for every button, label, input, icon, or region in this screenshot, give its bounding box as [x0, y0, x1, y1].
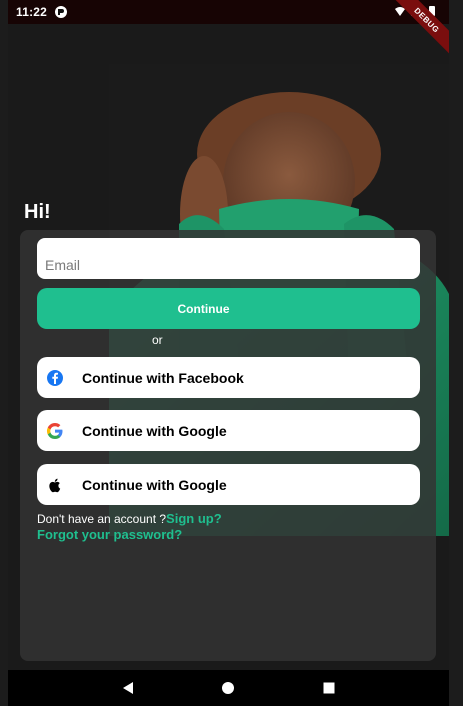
continue-with-google-button[interactable]: Continue with Google: [37, 410, 420, 451]
signup-prompt: Don't have an account ?: [37, 512, 167, 526]
signup-link[interactable]: Sign up?: [166, 511, 222, 526]
forgot-password-link[interactable]: Forgot your password?: [37, 527, 182, 542]
or-divider: or: [152, 333, 163, 347]
phone-screen: 11:22 DEBUG Hi! Email Continue or Contin…: [8, 0, 449, 706]
home-circle-icon[interactable]: [221, 681, 235, 695]
status-bar: 11:22 DEBUG: [8, 0, 449, 60]
recents-square-icon[interactable]: [322, 681, 336, 695]
greeting-heading: Hi!: [24, 201, 51, 223]
google-button-label: Continue with Google: [82, 422, 227, 439]
back-triangle-icon[interactable]: [121, 681, 135, 695]
facebook-icon: [46, 369, 64, 387]
facebook-button-label: Continue with Facebook: [82, 369, 244, 386]
apple-button-label: Continue with Google: [82, 476, 227, 493]
email-input[interactable]: [37, 238, 420, 279]
google-icon: [46, 422, 64, 440]
navigation-bar: [8, 670, 449, 706]
continue-button[interactable]: Continue: [37, 288, 420, 329]
apple-icon: [46, 476, 64, 494]
continue-with-facebook-button[interactable]: Continue with Facebook: [37, 357, 420, 398]
signup-row: Don't have an account ?Sign up?: [37, 511, 222, 526]
continue-label: Continue: [177, 301, 230, 316]
notification-app-icon: [55, 6, 68, 18]
continue-with-apple-button[interactable]: Continue with Google: [37, 464, 420, 505]
status-time: 11:22: [16, 5, 48, 19]
